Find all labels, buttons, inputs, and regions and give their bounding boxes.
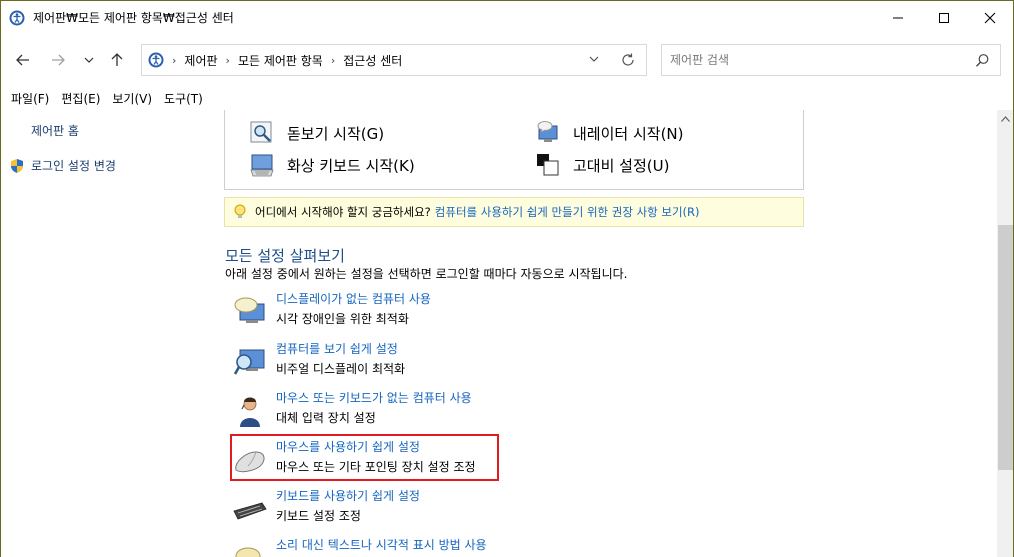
window-title: 제어판₩모든 제어판 항목₩접근성 센터 (33, 11, 234, 25)
address-bar[interactable]: › 제어판 › 모든 제어판 항목 › 접근성 센터 (141, 44, 647, 76)
no-display-icon (234, 297, 265, 323)
menu-file[interactable]: 파일(F) (11, 88, 49, 109)
lightbulb-icon (234, 204, 246, 218)
menu-view[interactable]: 보기(V) (112, 88, 152, 109)
recommendations-link[interactable]: 컴퓨터를 사용하기 쉽게 만들기 위한 권장 사항 보기(R) (435, 204, 700, 220)
search-box[interactable] (661, 44, 1001, 76)
person-headset-icon (240, 397, 260, 427)
close-icon (984, 12, 996, 23)
sidebar-link-home[interactable]: 제어판 홈 (31, 122, 79, 139)
breadcrumb-item-control-panel[interactable]: 제어판 (184, 52, 217, 69)
tool-label: 화상 키보드 시작(K) (287, 156, 415, 175)
chevron-down-icon (84, 57, 94, 63)
scroll-thumb[interactable] (998, 225, 1013, 470)
sidebar-link-login-settings[interactable]: 로그인 설정 변경 (9, 157, 116, 174)
menu-tools[interactable]: 도구(T) (164, 88, 203, 109)
option-link[interactable]: 마우스 또는 키보드가 없는 컴퓨터 사용 (276, 389, 472, 406)
arrow-up-icon (111, 53, 123, 66)
maximize-button[interactable] (921, 1, 967, 34)
option-link[interactable]: 마우스를 사용하기 쉽게 설정 (276, 438, 420, 455)
arrow-right-icon (52, 54, 65, 66)
back-button[interactable] (11, 48, 35, 72)
sidebar-item-label: 로그인 설정 변경 (31, 159, 116, 173)
narrator-icon (537, 121, 558, 142)
address-dropdown-icon[interactable] (588, 53, 600, 65)
forward-button[interactable] (46, 48, 70, 72)
minimize-icon (893, 17, 903, 18)
close-button[interactable] (967, 1, 1013, 34)
option-no-display[interactable]: 디스플레이가 없는 컴퓨터 사용 시각 장애인을 위한 최적화 (232, 290, 732, 334)
tip-question: 어디에서 시작해야 할지 궁금하세요? (255, 205, 431, 219)
navigation-bar: › 제어판 › 모든 제어판 항목 › 접근성 센터 (0, 34, 1014, 86)
chevron-right-icon: › (172, 53, 177, 67)
tool-label: 돋보기 시작(G) (287, 124, 385, 143)
title-bar: 제어판₩모든 제어판 항목₩접근성 센터 (0, 0, 1014, 34)
main-content: 돋보기 시작(G) 내레이터 시작(N) 화상 키보드 시작(K) 고대비 설정… (222, 110, 997, 557)
tip-banner: 어디에서 시작해야 할지 궁금하세요? 컴퓨터를 사용하기 쉽게 만들기 위한 … (224, 197, 804, 227)
start-onscreen-keyboard-link[interactable]: 화상 키보드 시작(K) (249, 152, 415, 178)
option-keyboard-easier[interactable]: 키보드를 사용하기 쉽게 설정 키보드 설정 조정 (232, 487, 732, 531)
high-contrast-icon (537, 154, 559, 176)
option-no-mouse-keyboard[interactable]: 마우스 또는 키보드가 없는 컴퓨터 사용 대체 입력 장치 설정 (232, 389, 732, 433)
recent-locations-button[interactable] (77, 48, 101, 72)
option-description: 비주얼 디스플레이 최적화 (276, 362, 406, 376)
option-description: 대체 입력 장치 설정 (276, 411, 376, 425)
quick-tools-panel: 돋보기 시작(G) 내레이터 시작(N) 화상 키보드 시작(K) 고대비 설정… (224, 110, 804, 190)
magnifier-icon (250, 121, 272, 143)
tool-label: 내레이터 시작(N) (573, 124, 684, 143)
scroll-up-icon (1001, 115, 1010, 122)
option-link[interactable]: 컴퓨터를 보기 쉽게 설정 (276, 340, 398, 357)
refresh-icon[interactable] (620, 52, 636, 68)
menu-edit[interactable]: 편집(E) (61, 88, 100, 109)
start-narrator-link[interactable]: 내레이터 시작(N) (535, 120, 684, 146)
control-panel-icon (9, 10, 25, 25)
breadcrumb-item-all-items[interactable]: 모든 제어판 항목 (238, 52, 323, 69)
uac-shield-icon (11, 158, 23, 173)
option-description: 시각 장애인을 위한 최적화 (276, 312, 409, 326)
breadcrumb-item-ease-of-access[interactable]: 접근성 센터 (343, 52, 402, 69)
section-description: 아래 설정 중에서 원하는 설정을 선택하면 로그인할 때마다 자동으로 시작됩… (225, 267, 628, 281)
sidebar: 제어판 홈 로그인 설정 변경 (0, 110, 222, 557)
scroll-up-button[interactable] (997, 110, 1014, 127)
keyboard-icon (233, 502, 267, 520)
easier-to-see-icon (233, 349, 265, 375)
start-magnifier-link[interactable]: 돋보기 시작(G) (249, 120, 384, 146)
search-input[interactable] (670, 53, 970, 67)
mouse-icon (235, 451, 265, 473)
option-link[interactable]: 소리 대신 텍스트나 시각적 표시 방법 사용 (276, 536, 487, 553)
section-title: 모든 설정 살펴보기 (225, 247, 345, 265)
vertical-scrollbar[interactable] (997, 110, 1014, 557)
option-text-visual-alternatives[interactable]: 소리 대신 텍스트나 시각적 표시 방법 사용 (232, 536, 732, 557)
option-link[interactable]: 디스플레이가 없는 컴퓨터 사용 (276, 290, 431, 307)
up-button[interactable] (105, 48, 129, 72)
maximize-icon (939, 12, 949, 23)
option-link[interactable]: 키보드를 사용하기 쉽게 설정 (276, 487, 420, 504)
window-controls (875, 1, 1013, 34)
option-easier-to-see[interactable]: 컴퓨터를 보기 쉽게 설정 비주얼 디스플레이 최적화 (232, 340, 732, 384)
chevron-right-icon[interactable]: › (226, 54, 230, 67)
option-description: 마우스 또는 기타 포인팅 장치 설정 조정 (276, 460, 476, 474)
option-description: 키보드 설정 조정 (276, 509, 361, 523)
breadcrumb: › 제어판 › 모든 제어판 항목 › 접근성 센터 (164, 52, 402, 69)
option-mouse-easier[interactable]: 마우스를 사용하기 쉽게 설정 마우스 또는 기타 포인팅 장치 설정 조정 (232, 438, 732, 482)
search-icon[interactable] (975, 53, 990, 68)
speech-bubble-icon (235, 547, 261, 557)
chevron-right-icon[interactable]: › (331, 54, 335, 67)
onscreen-keyboard-icon (250, 154, 274, 177)
high-contrast-link[interactable]: 고대비 설정(U) (535, 152, 669, 178)
arrow-left-icon (16, 54, 29, 66)
menu-bar: 파일(F) 편집(E) 보기(V) 도구(T) (0, 86, 1014, 110)
tool-label: 고대비 설정(U) (573, 156, 670, 175)
control-panel-icon (148, 52, 164, 68)
minimize-button[interactable] (875, 1, 921, 34)
